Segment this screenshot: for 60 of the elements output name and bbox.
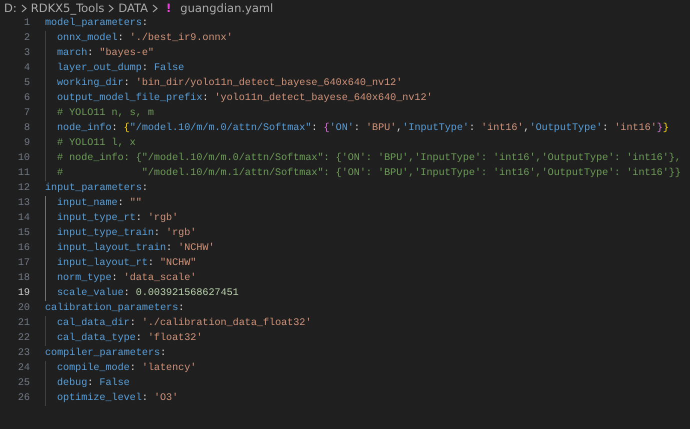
- code-line: input_layout_train: 'NCHW': [57, 242, 214, 256]
- code-line: cal_data_dir: './calibration_data_float32': [57, 316, 312, 331]
- chevron-icon: [107, 4, 116, 12]
- breadcrumb-item[interactable]: D:: [4, 0, 17, 16]
- yaml-file-icon: !: [166, 0, 172, 16]
- code-line: # "/model.10/m/m.1/attn/Softmax": {'ON': 'BPU','InputType': 'int16','OutputType': 'int16'}}: [57, 166, 681, 181]
- breadcrumb-item[interactable]: DATA: [118, 0, 148, 16]
- line-number: 20: [16, 302, 30, 316]
- code-line: input_name: "": [57, 196, 142, 211]
- line-number: 25: [16, 377, 30, 391]
- code-line: working_dir: 'bin_dir/yolo11n_detect_bayese_640x640_nv12': [57, 76, 402, 91]
- chevron-icon: [20, 4, 28, 12]
- line-number: 7: [22, 107, 30, 121]
- code-line: scale_value: 0.003921568627451: [57, 286, 239, 301]
- chevron-icon: [151, 4, 160, 12]
- code-line: layer_out_dump: False: [57, 62, 184, 76]
- line-number: 4: [22, 62, 30, 76]
- code-line: onnx_model: './best_ir9.onnx': [57, 32, 233, 46]
- code-line: # YOLO11 n, s, m: [57, 107, 154, 121]
- code-line: compile_mode: 'latency': [57, 362, 196, 376]
- line-number: 5: [22, 77, 30, 91]
- code-line: input_parameters:: [45, 182, 148, 196]
- code-line: input_layout_rt: "NCHW": [57, 256, 196, 271]
- line-number: 14: [16, 212, 30, 226]
- code-line: debug: False: [57, 376, 130, 391]
- code-line: output_model_file_prefix: 'yolo11n_detect_bayese_640x640_nv12': [57, 92, 433, 106]
- code-line: node_info: {"/model.10/m/m.0/attn/Softmax": {'ON': 'BPU','InputType': 'int16','OutputType': 'int16'}}: [57, 122, 669, 136]
- line-number: 3: [22, 47, 30, 61]
- line-number: 2: [22, 32, 30, 46]
- line-number: 13: [16, 197, 30, 211]
- line-number: 10: [16, 152, 30, 166]
- code-line: model_parameters:: [45, 16, 148, 31]
- line-number: 26: [16, 392, 30, 406]
- line-number: 18: [16, 272, 30, 286]
- line-number: 19: [16, 287, 30, 301]
- line-number: 6: [22, 92, 30, 106]
- code-line: input_type_rt: 'rgb': [57, 212, 178, 226]
- code-line: norm_type: 'data_scale': [57, 272, 196, 286]
- code-line: # node_info: {"/model.10/m/m.0/attn/Softmax": {'ON': 'BPU','InputType': 'int16','OutputType': 'int16'},: [57, 152, 681, 166]
- breadcrumb-item[interactable]: RDKX5_Tools: [30, 0, 104, 16]
- code-line: calibration_parameters:: [45, 302, 184, 316]
- breadcrumb-item[interactable]: guangdian.yaml: [180, 0, 274, 16]
- line-number: 9: [22, 137, 30, 151]
- code-line: cal_data_type: 'float32': [57, 332, 202, 346]
- code-line: # YOLO11 l, x: [57, 136, 136, 151]
- line-number: 11: [16, 167, 30, 181]
- code-line: march: "bayes-e": [57, 46, 154, 61]
- code-line: compiler_parameters:: [45, 346, 166, 361]
- line-number: 12: [16, 182, 30, 196]
- line-number: 8: [22, 122, 30, 136]
- line-number: 17: [16, 257, 30, 271]
- code-line: optimize_level: 'O3': [57, 392, 178, 406]
- line-number: 22: [16, 332, 30, 346]
- line-number: 23: [16, 347, 30, 361]
- line-number: 1: [22, 17, 30, 31]
- line-number: 16: [16, 242, 30, 256]
- code-line: input_type_train: 'rgb': [57, 226, 196, 241]
- line-number: 15: [16, 227, 30, 241]
- line-number: 24: [16, 362, 30, 376]
- line-number: 21: [16, 317, 30, 331]
